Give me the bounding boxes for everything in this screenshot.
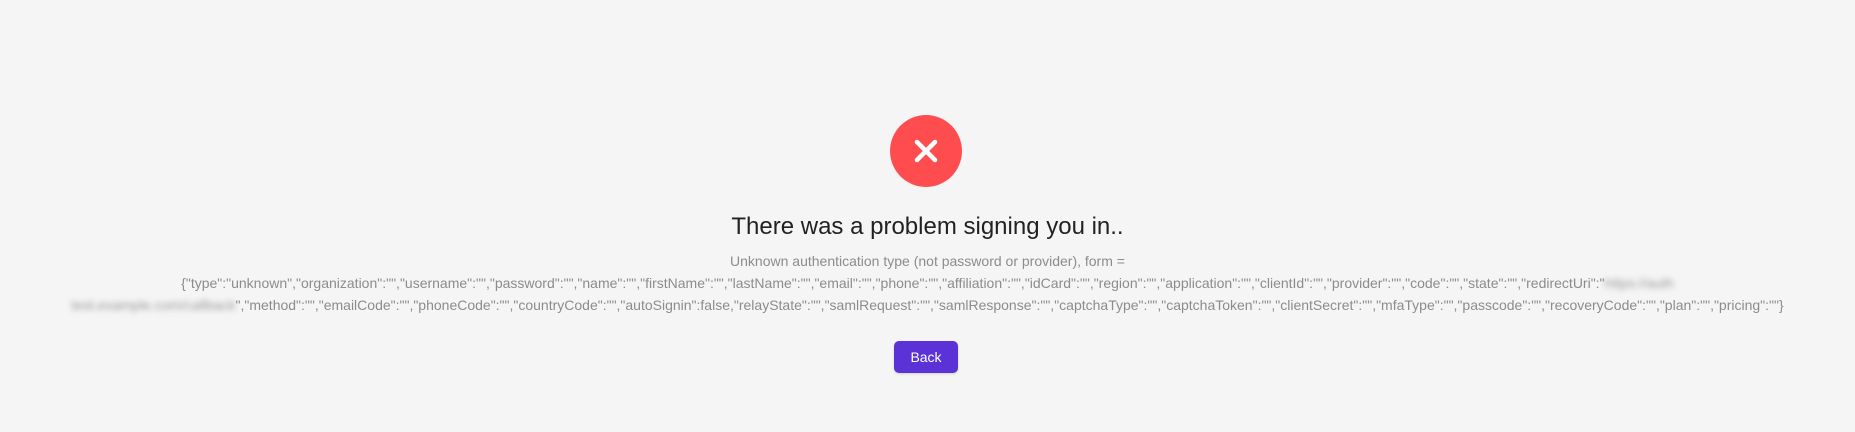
error-subtitle: Unknown authentication type (not passwor… [60, 250, 1795, 316]
error-title: There was a problem signing you in.. [731, 213, 1124, 240]
back-button[interactable]: Back [894, 341, 958, 373]
form-data-line: {"type":"unknown","organization":"","use… [60, 272, 1795, 294]
form-data-text: ","method":"","emailCode":"","phoneCode"… [235, 297, 1784, 313]
redacted-redirect-uri: https://auth [1604, 275, 1674, 291]
result-page: There was a problem signing you in.. Unk… [0, 0, 1855, 432]
close-icon [890, 115, 962, 187]
error-message: Unknown authentication type (not passwor… [730, 253, 1125, 269]
form-data-line: test.example.com/callback","method":"","… [60, 294, 1795, 316]
redacted-redirect-uri: test.example.com/callback [71, 297, 236, 313]
form-data-text: {"type":"unknown","organization":"","use… [181, 275, 1605, 291]
